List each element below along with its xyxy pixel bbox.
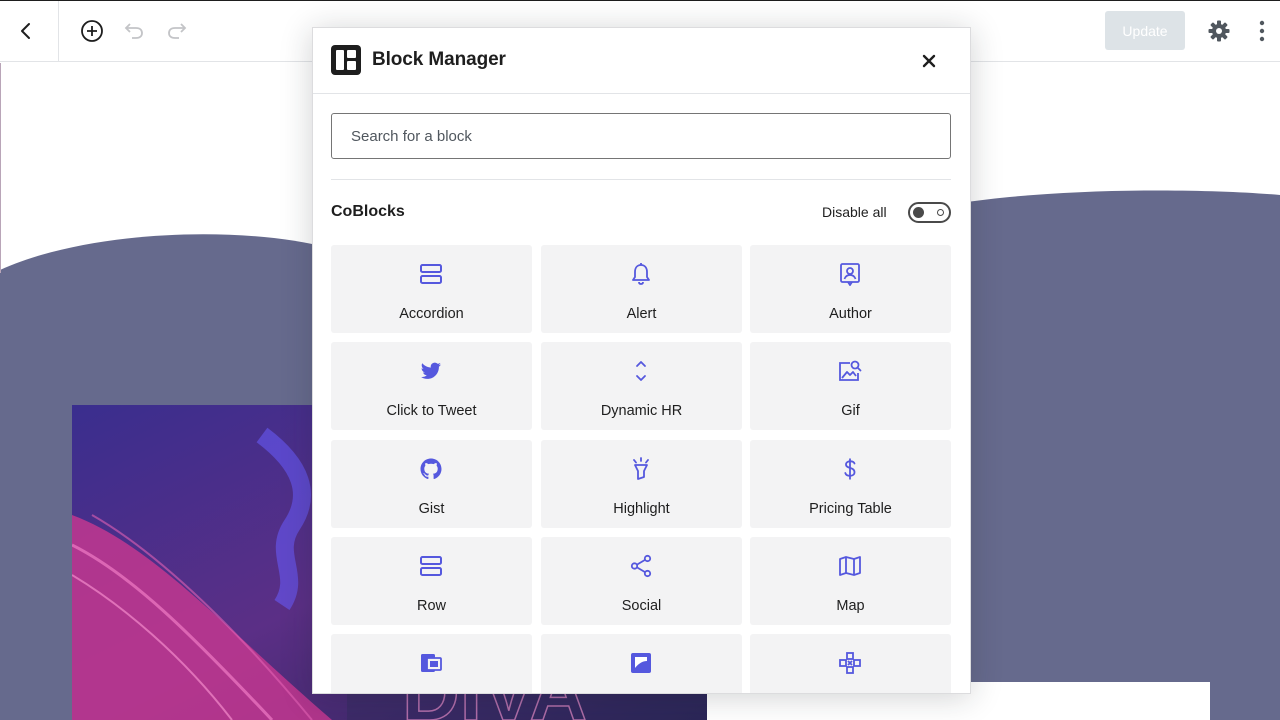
shape-divider-icon [629,651,653,675]
block-search-input[interactable] [331,113,951,159]
block-tile-shape-divider[interactable] [541,634,742,693]
divider [331,179,951,180]
plus-circle-icon[interactable] [76,15,108,47]
block-label: Highlight [613,501,670,517]
dollar-icon [838,457,862,481]
block-label: Pricing Table [809,501,892,517]
block-tile-click-to-tweet[interactable]: Click to Tweet [331,342,532,430]
author-icon [838,262,862,286]
block-tile-features[interactable] [750,634,951,693]
block-tile-author[interactable]: Author [750,245,951,333]
block-label: Social [621,598,662,614]
features-icon [838,651,862,675]
block-label: Row [416,598,446,614]
block-tile-dynamic-hr[interactable]: Dynamic HR [541,342,742,430]
block-label: Gist [418,501,445,517]
canvas-edge-line [0,63,1,273]
github-icon [419,457,443,481]
coblocks-logo-icon [331,45,361,75]
map-icon [838,554,862,578]
block-tile-accordion[interactable]: Accordion [331,245,532,333]
block-tile-map[interactable]: Map [750,537,951,625]
disable-all-toggle[interactable] [908,202,951,223]
toggle-off-indicator [937,209,944,216]
disable-all-label: Disable all [822,204,887,220]
block-tile-row[interactable]: Row [331,537,532,625]
redo-icon[interactable] [161,15,193,47]
toggle-knob [913,207,924,218]
update-button[interactable]: Update [1105,11,1185,50]
block-tile-social[interactable]: Social [541,537,742,625]
gear-icon[interactable] [1203,15,1235,47]
bell-icon [629,262,653,286]
modal-title: Block Manager [372,49,506,70]
block-label: Gif [841,403,860,419]
block-label: Author [829,306,872,322]
block-tile-alert[interactable]: Alert [541,245,742,333]
media-card-icon [419,651,443,675]
share-icon [629,554,653,578]
category-title: CoBlocks [331,203,405,220]
gif-search-icon [838,359,862,383]
vertical-ellipsis-icon[interactable] [1246,15,1278,47]
accordion-icon [419,262,443,286]
block-label: Accordion [399,306,464,322]
highlighter-icon [629,457,653,481]
undo-icon[interactable] [118,15,150,47]
row-icon [419,554,443,578]
block-tile-media-card[interactable] [331,634,532,693]
block-label: Map [836,598,865,614]
chevron-left-icon[interactable] [10,15,42,47]
block-label: Click to Tweet [386,403,477,419]
block-tile-pricing-table[interactable]: Pricing Table [750,440,951,528]
modal-header: Block Manager [313,28,970,94]
close-icon[interactable] [917,49,941,73]
expand-vertical-icon [629,359,653,383]
block-tile-gist[interactable]: Gist [331,440,532,528]
toolbar-divider [58,1,59,62]
twitter-icon [419,359,443,383]
block-tile-highlight[interactable]: Highlight [541,440,742,528]
block-label: Dynamic HR [600,403,683,419]
block-tile-gif[interactable]: Gif [750,342,951,430]
block-label: Alert [626,306,657,322]
block-manager-modal: Block Manager CoBlocks Disable all Accor… [312,27,971,694]
